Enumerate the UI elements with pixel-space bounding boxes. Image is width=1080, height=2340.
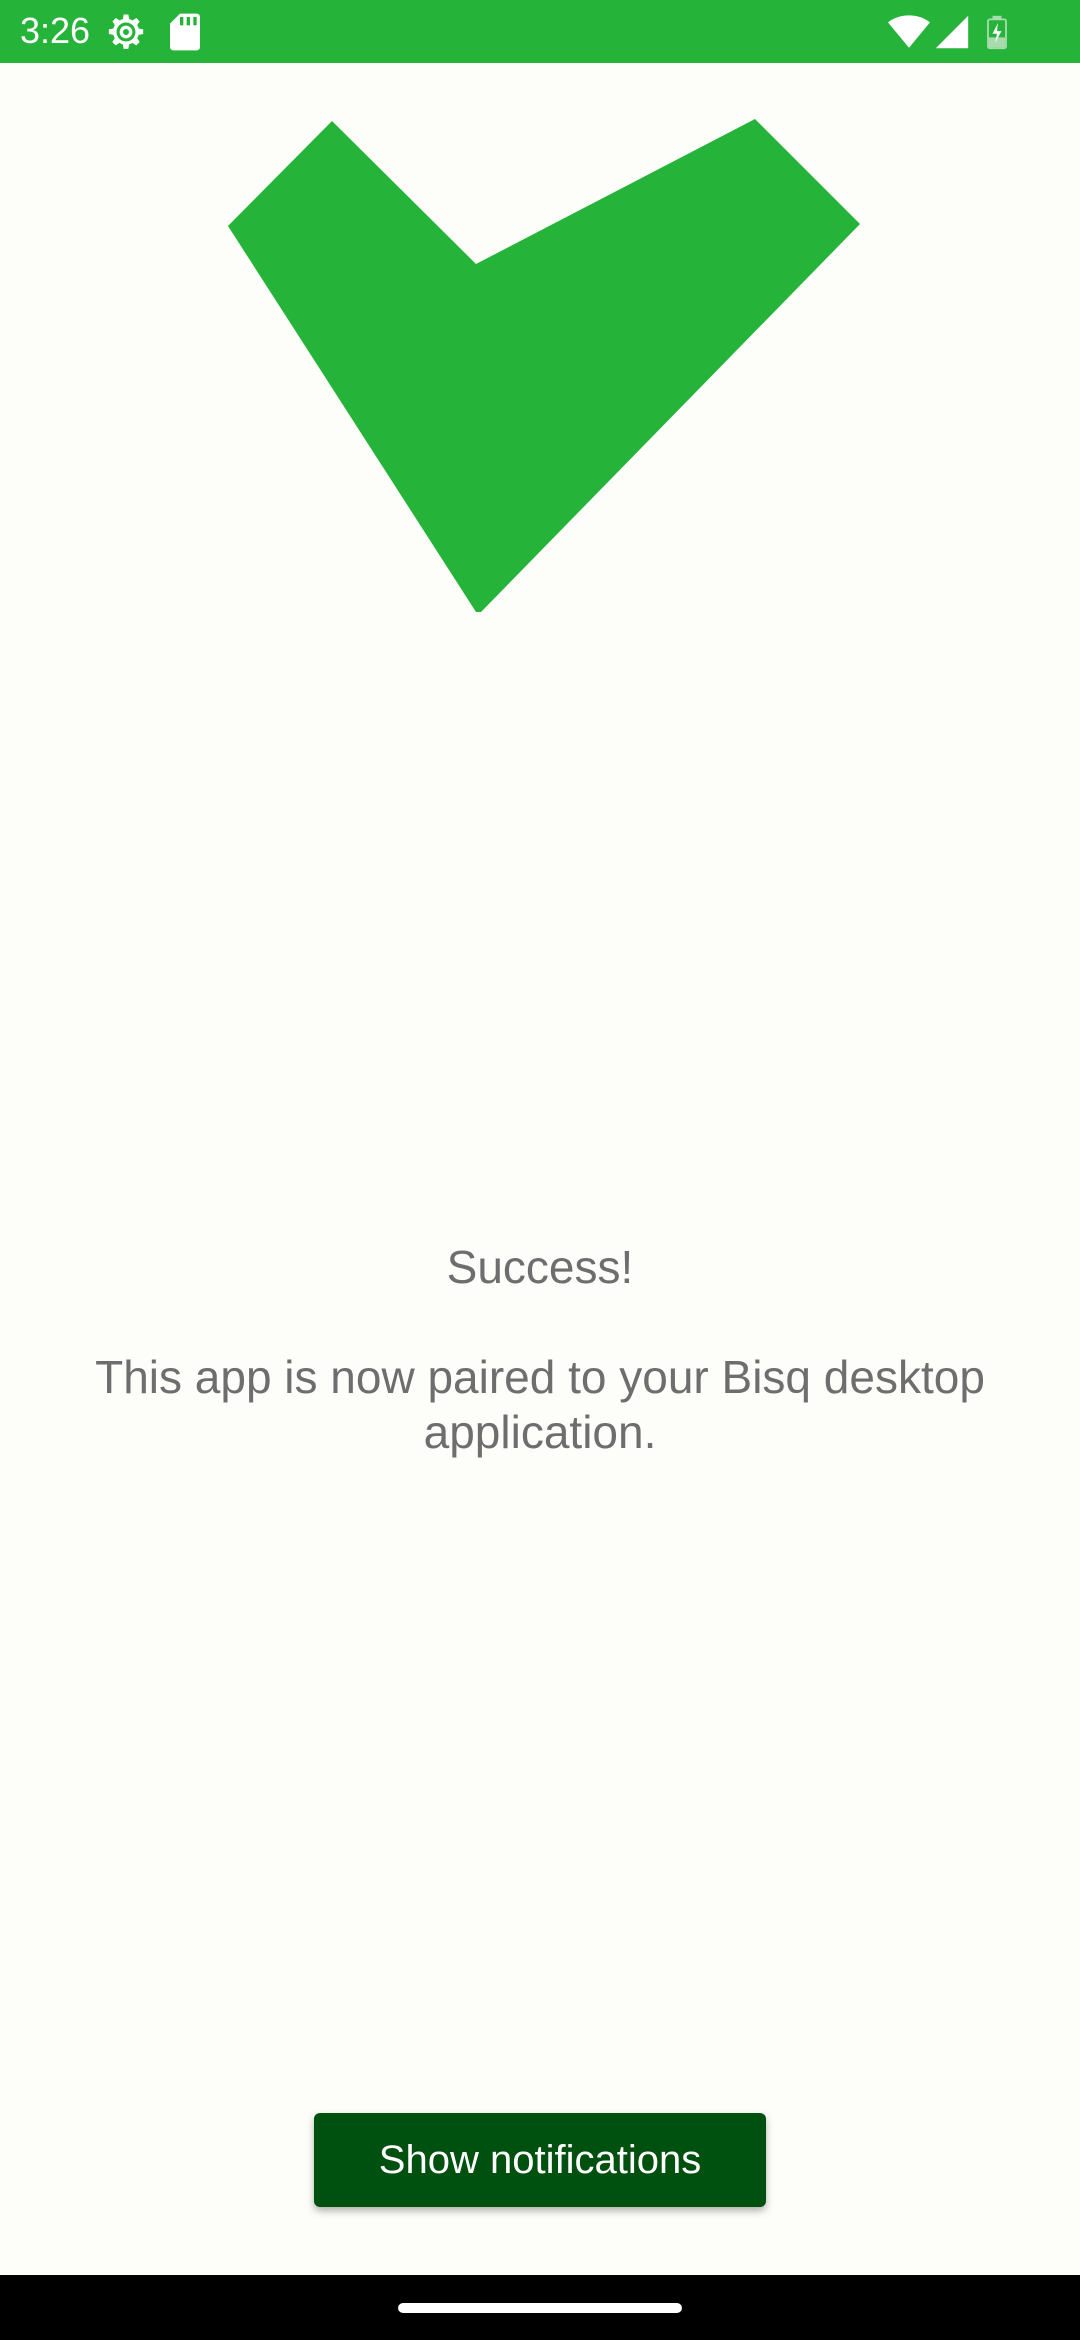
system-navigation-bar xyxy=(0,2275,1080,2340)
success-title: Success! xyxy=(446,1241,634,1293)
settings-gear-icon xyxy=(106,12,146,57)
pairing-confirmation-text: This app is now paired to your Bisq desk… xyxy=(95,1351,985,1458)
check-mark-icon xyxy=(228,118,860,612)
wifi-icon xyxy=(888,14,930,55)
sd-card-icon xyxy=(168,12,202,57)
success-message: Success! This app is now paired to your … xyxy=(60,1240,1020,1460)
battery-charging-icon xyxy=(986,14,1008,55)
home-gesture-handle[interactable] xyxy=(398,2303,682,2313)
show-notifications-button[interactable]: Show notifications xyxy=(314,2113,766,2207)
status-time: 3:26 xyxy=(20,10,91,51)
signal-icon xyxy=(934,14,970,55)
status-bar: 3:26 xyxy=(0,0,1080,63)
